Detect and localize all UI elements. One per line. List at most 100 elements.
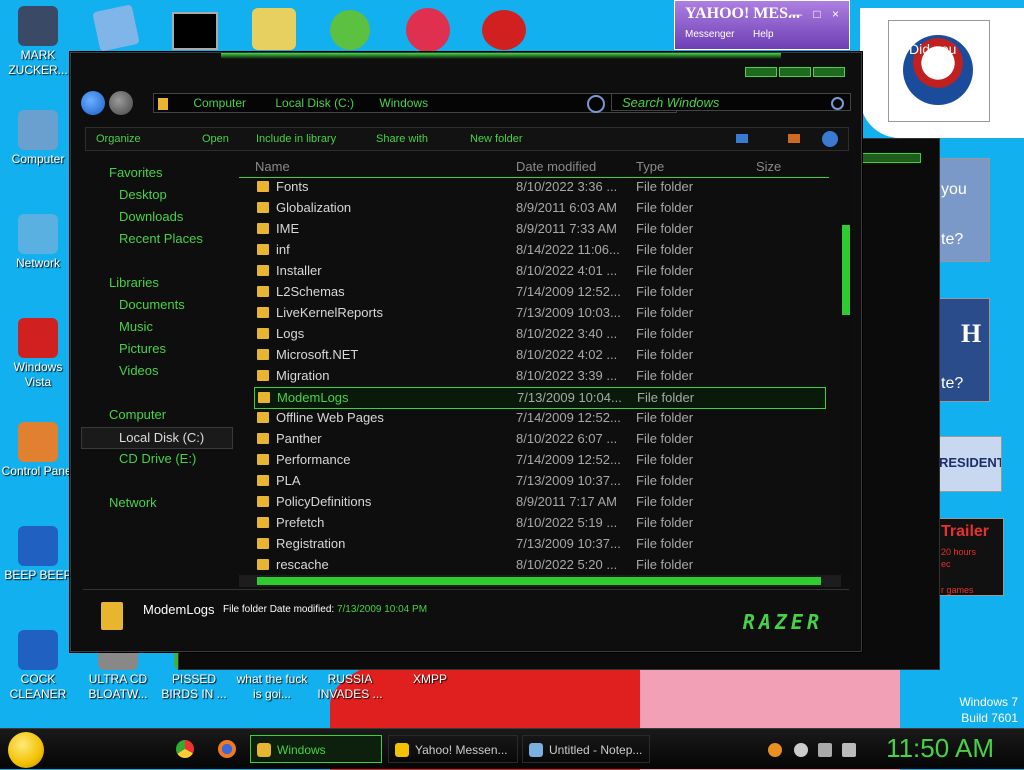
ad-obama[interactable]: Did you [888,20,990,122]
nav-documents[interactable]: Documents [119,295,185,315]
taskbar-button[interactable]: Untitled - Notep... [522,735,650,763]
desktop-icon[interactable]: Network [0,214,76,271]
minimize-button[interactable] [745,67,777,77]
search-icon[interactable] [768,743,782,757]
ad-banner-3[interactable]: H te? [938,298,990,402]
close-button[interactable] [813,67,845,77]
preview-pane-icon[interactable] [788,134,800,143]
cmd-icon[interactable] [172,12,218,50]
breadcrumb-local-disk[interactable]: Local Disk (C:) [275,96,354,110]
include-library-button[interactable]: Include in library [256,128,336,150]
file-row[interactable]: IME 8/9/2011 7:33 AM File folder [254,219,824,239]
file-row[interactable]: Globalization 8/9/2011 6:03 AM File folder [254,198,824,218]
file-row[interactable]: LiveKernelReports 7/13/2009 10:03... File … [254,303,824,323]
ad-banner-2[interactable]: you te? [938,158,990,262]
taskbar-button[interactable]: Yahoo! Messen... [388,735,518,763]
firefox-icon[interactable] [218,740,236,758]
nav-pictures[interactable]: Pictures [119,339,166,359]
clock[interactable]: 11:50 AM [886,733,994,764]
dev-cpp-icon[interactable] [482,10,526,50]
file-row[interactable]: rescache 8/10/2022 5:20 ... File folder [254,555,824,575]
razer-logo: RAZER [742,610,823,634]
angry-birds-icon[interactable] [330,10,370,50]
file-type: File folder [636,452,694,467]
yahoo-menu-help[interactable]: Help [753,29,774,40]
search-input[interactable]: Search Windows [611,93,851,111]
tray-icon[interactable] [794,743,808,757]
nav-favorites[interactable]: Favorites [109,163,162,183]
file-row[interactable]: PLA 7/13/2009 10:37... File folder [254,471,824,491]
file-row[interactable]: Microsoft.NET 8/10/2022 4:02 ... File fold… [254,345,824,365]
nav-downloads[interactable]: Downloads [119,207,183,227]
desktop-icon[interactable]: MARK ZUCKER... [0,6,76,78]
horizontal-scrollbar[interactable] [239,575,841,587]
nav-desktop[interactable]: Desktop [119,185,167,205]
chrome-icon[interactable] [176,740,194,758]
new-folder-button[interactable]: New folder [470,128,523,150]
organize-button[interactable]: Organize [96,128,141,150]
file-row[interactable]: PolicyDefinitions 8/9/2011 7:17 AM File fo… [254,492,824,512]
file-row[interactable]: Migration 8/10/2022 3:39 ... File folder [254,366,824,386]
file-row[interactable]: Panther 8/10/2022 6:07 ... File folder [254,429,824,449]
desktop-icon[interactable]: BEEP BEEP [0,526,76,583]
nav-cd-drive[interactable]: CD Drive (E:) [119,449,196,469]
nav-music[interactable]: Music [119,317,153,337]
file-row[interactable]: Prefetch 8/10/2022 5:19 ... File folder [254,513,824,533]
view-icon[interactable] [736,134,748,143]
forward-button[interactable] [109,91,133,115]
nav-recent-places[interactable]: Recent Places [119,229,203,249]
breadcrumb-windows[interactable]: Windows [379,96,428,110]
share-with-button[interactable]: Share with [376,128,428,150]
column-name[interactable]: Name [255,159,290,174]
column-type[interactable]: Type [636,159,664,174]
back-button[interactable] [81,91,105,115]
nav-computer[interactable]: Computer [109,405,166,425]
refresh-icon[interactable] [587,95,605,113]
file-row[interactable]: inf 8/14/2022 11:06... File folder [254,240,824,260]
file-name: Globalization [276,200,352,215]
desktop-icon[interactable]: Windows Vista [0,318,76,390]
nav-network[interactable]: Network [109,493,157,513]
nav-local-disk[interactable]: Local Disk (C:) [81,427,233,449]
file-row[interactable]: Logs 8/10/2022 3:40 ... File folder [254,324,824,344]
network-icon[interactable] [818,743,832,757]
desktop-icon-image [18,318,58,358]
file-row[interactable]: L2Schemas 7/14/2009 12:52... File folder [254,282,824,302]
yahoo-messenger-window[interactable]: YAHOO! MES... — □ × Messenger Help [674,0,850,50]
taskbar-button[interactable]: Windows [250,735,382,763]
ad-text: 20 hours [941,547,977,557]
shortcut-icon[interactable] [252,8,296,50]
shortcut-icon[interactable] [92,4,140,52]
scroll-thumb[interactable] [842,225,850,315]
file-row[interactable]: ModemLogs 7/13/2009 10:04... File folder [254,387,826,409]
breadcrumb-computer[interactable]: Computer [193,96,246,110]
file-type: File folder [636,557,694,572]
details-date-label: Date modified: [269,604,335,615]
search-icon[interactable] [831,97,844,110]
desktop-icon[interactable]: Computer [0,110,76,167]
nav-libraries[interactable]: Libraries [109,273,159,293]
yahoo-menu-messenger[interactable]: Messenger [685,29,734,40]
file-row[interactable]: Installer 8/10/2022 4:01 ... File folder [254,261,824,281]
ad-banner-5[interactable]: Trailer 20 hours ec r games [936,518,1004,596]
open-button[interactable]: Open [202,128,229,150]
column-size[interactable]: Size [756,159,781,174]
scroll-thumb[interactable] [257,577,821,585]
app-icon[interactable] [406,8,450,52]
start-button[interactable] [8,732,44,768]
desktop-icon[interactable]: Control Panel [0,422,76,479]
maximize-button[interactable] [779,67,811,77]
file-row[interactable]: Performance 7/14/2009 12:52... File folder [254,450,824,470]
file-row[interactable]: Offline Web Pages 7/14/2009 12:52... File … [254,408,824,428]
yahoo-window-controls[interactable]: — □ × [790,7,843,21]
file-row[interactable]: Fonts 8/10/2022 3:36 ... File folder [254,177,824,197]
help-icon[interactable] [822,131,838,147]
column-date-modified[interactable]: Date modified [516,159,596,174]
volume-icon[interactable] [842,743,856,757]
vertical-scrollbar[interactable] [839,153,853,573]
desktop-icon[interactable]: COCK CLEANER [0,630,76,702]
explorer-window[interactable]: Computer Local Disk (C:) Windows Search … [70,52,862,652]
file-row[interactable]: Registration 7/13/2009 10:37... File folde… [254,534,824,554]
ad-banner-4[interactable]: RESIDENT [936,436,1002,492]
nav-videos[interactable]: Videos [119,361,159,381]
